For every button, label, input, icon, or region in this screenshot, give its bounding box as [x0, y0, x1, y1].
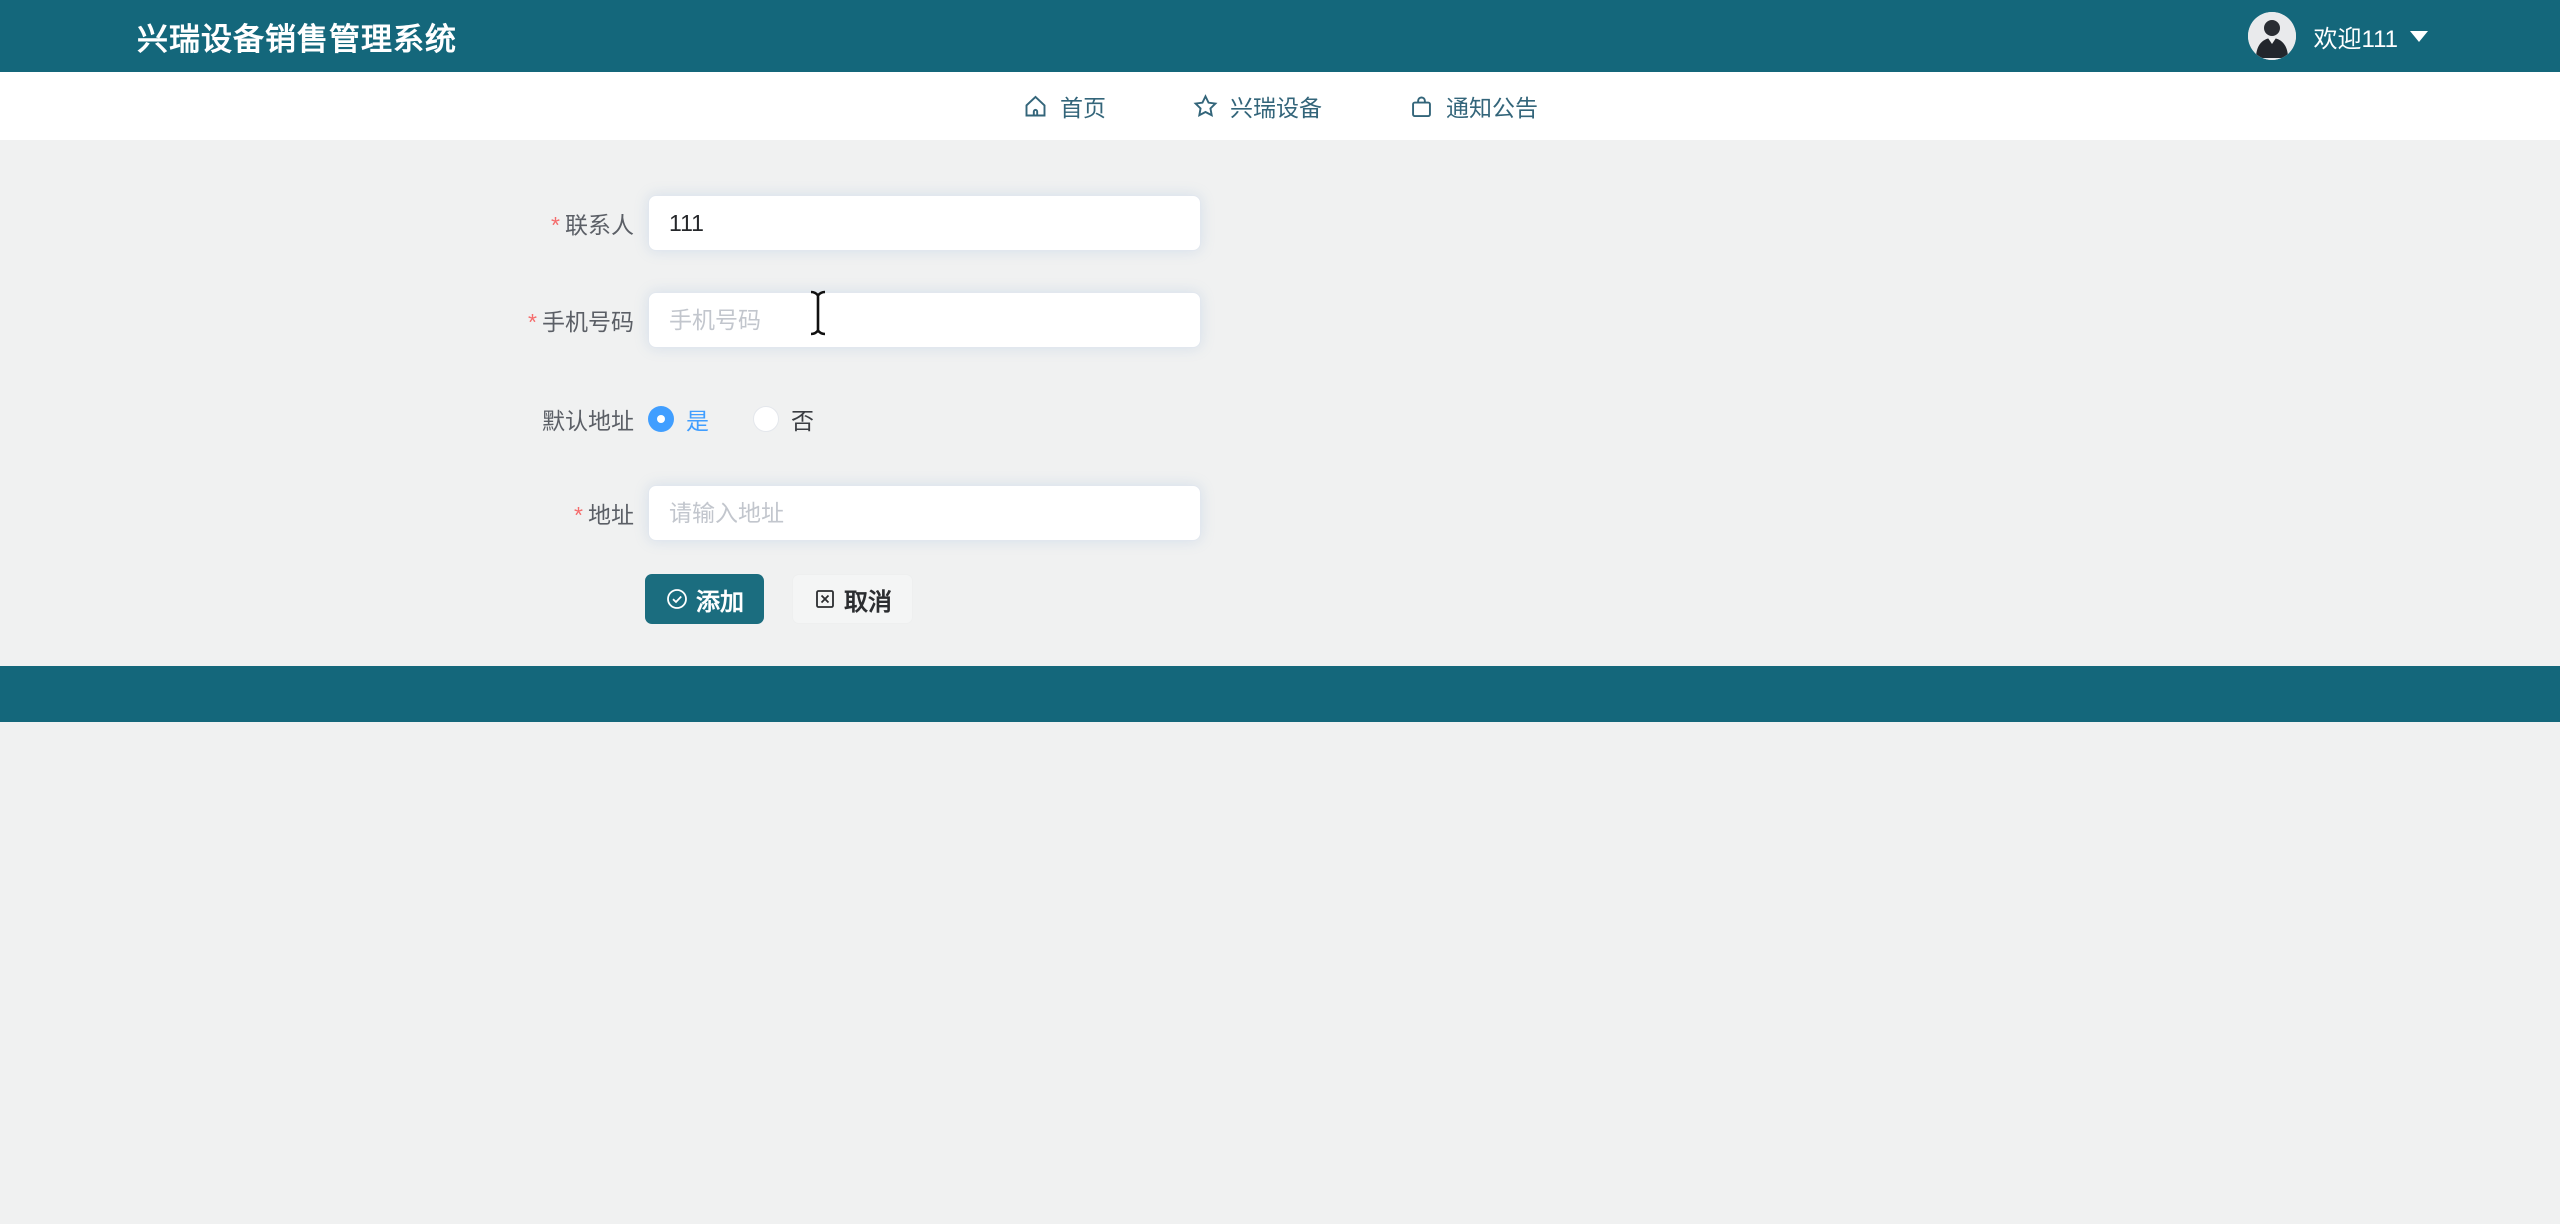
phone-label: *手机号码: [400, 303, 648, 337]
cancel-button-label: 取消: [844, 582, 892, 617]
page-bottom: [0, 722, 2560, 1224]
close-box-icon: [813, 587, 837, 611]
add-button-label: 添加: [696, 582, 744, 617]
required-asterisk: *: [551, 212, 560, 238]
address-input[interactable]: [648, 485, 1201, 541]
required-asterisk: *: [528, 309, 537, 335]
app-title: 兴瑞设备销售管理系统: [137, 14, 457, 59]
nav-item-label: 通知公告: [1446, 89, 1538, 123]
check-circle-icon: [665, 587, 689, 611]
default-address-radio-group: 是 否: [648, 402, 814, 436]
star-icon: [1192, 93, 1219, 120]
form-row-phone: *手机号码: [400, 292, 1201, 348]
welcome-text: 欢迎111: [2314, 19, 2398, 54]
text-cursor-pointer: [804, 288, 832, 338]
nav-item-label: 首页: [1060, 89, 1106, 123]
radio-option-yes[interactable]: 是: [648, 402, 709, 436]
app-header: 兴瑞设备销售管理系统 欢迎111: [0, 0, 2560, 72]
nav-item-notices[interactable]: 通知公告: [1408, 89, 1538, 123]
required-asterisk: *: [574, 502, 583, 528]
radio-selected-icon[interactable]: [648, 406, 674, 432]
radio-unselected-icon[interactable]: [753, 406, 779, 432]
main-nav: 首页 兴瑞设备 通知公告: [0, 72, 2560, 140]
user-menu[interactable]: 欢迎111: [2248, 0, 2428, 72]
cancel-button[interactable]: 取消: [792, 574, 913, 624]
default-address-label: 默认地址: [400, 402, 648, 436]
nav-item-home[interactable]: 首页: [1022, 89, 1106, 123]
user-photo-icon: [2248, 12, 2296, 60]
form-actions: 添加 取消: [645, 574, 913, 624]
user-avatar[interactable]: [2248, 12, 2296, 60]
form-row-default-address: 默认地址 是 否: [400, 402, 814, 436]
bag-icon: [1408, 93, 1435, 120]
phone-input[interactable]: [648, 292, 1201, 348]
home-icon: [1022, 93, 1049, 120]
address-label: *地址: [400, 496, 648, 530]
nav-item-equipment[interactable]: 兴瑞设备: [1192, 89, 1322, 123]
contact-label: *联系人: [400, 206, 648, 240]
form-row-contact: *联系人: [400, 195, 1201, 251]
page: 兴瑞设备销售管理系统 欢迎111 首页: [0, 0, 2560, 1224]
contact-input[interactable]: [648, 195, 1201, 251]
form-row-address: *地址: [400, 485, 1201, 541]
caret-down-icon: [2410, 31, 2428, 42]
radio-no-label: 否: [791, 402, 814, 436]
radio-yes-label: 是: [686, 402, 709, 436]
add-button[interactable]: 添加: [645, 574, 764, 624]
app-footer: [0, 666, 2560, 722]
form-area: [0, 140, 2560, 666]
radio-option-no[interactable]: 否: [753, 402, 814, 436]
nav-item-label: 兴瑞设备: [1230, 89, 1322, 123]
